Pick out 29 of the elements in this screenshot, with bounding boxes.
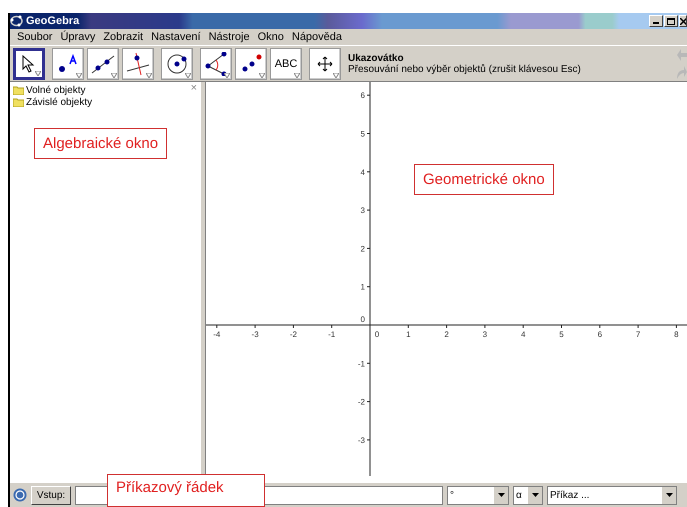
x-tick-label: 1 xyxy=(406,330,411,339)
x-tick-label: 2 xyxy=(444,330,449,339)
x-tick-label: 7 xyxy=(636,330,640,339)
callout-tooltip: Příkazový řádek xyxy=(107,474,265,507)
y-tick-label: 4 xyxy=(360,168,365,177)
y-tick-label: 5 xyxy=(360,130,365,138)
y-tick-label: -2 xyxy=(358,398,365,407)
callout-label: Geometrické okno xyxy=(414,164,554,195)
x-tick-label: 8 xyxy=(674,330,679,339)
y-tick-label: 6 xyxy=(360,91,365,100)
x-tick-label: -3 xyxy=(252,330,259,339)
x-tick-label: 4 xyxy=(520,330,526,339)
x-tick-label: -2 xyxy=(290,330,297,339)
tool-name: Ukazovátko xyxy=(348,52,405,64)
callout-label: Algebraické okno xyxy=(34,128,168,159)
y-tick-label: 2 xyxy=(360,244,365,254)
window-title: GeoGebra xyxy=(26,15,80,27)
y-tick-label: -3 xyxy=(358,436,365,445)
y-tick-label: -1 xyxy=(358,359,365,368)
tool-help-text: Přesouvání nebo výběr objektů (zrušit klávesou Esc) xyxy=(348,64,581,74)
x-tick-label: -4 xyxy=(213,330,220,339)
y-tick-label: 1 xyxy=(360,282,365,292)
x-tick-label: -1 xyxy=(328,330,336,339)
x-tick-label: 5 xyxy=(559,330,564,339)
y-tick-label: 0 xyxy=(360,315,365,324)
x-tick-label: 0 xyxy=(374,330,380,339)
y-tick-label: 3 xyxy=(360,206,365,216)
x-tick-label: 6 xyxy=(598,330,602,339)
x-tick-label: 3 xyxy=(482,330,488,339)
